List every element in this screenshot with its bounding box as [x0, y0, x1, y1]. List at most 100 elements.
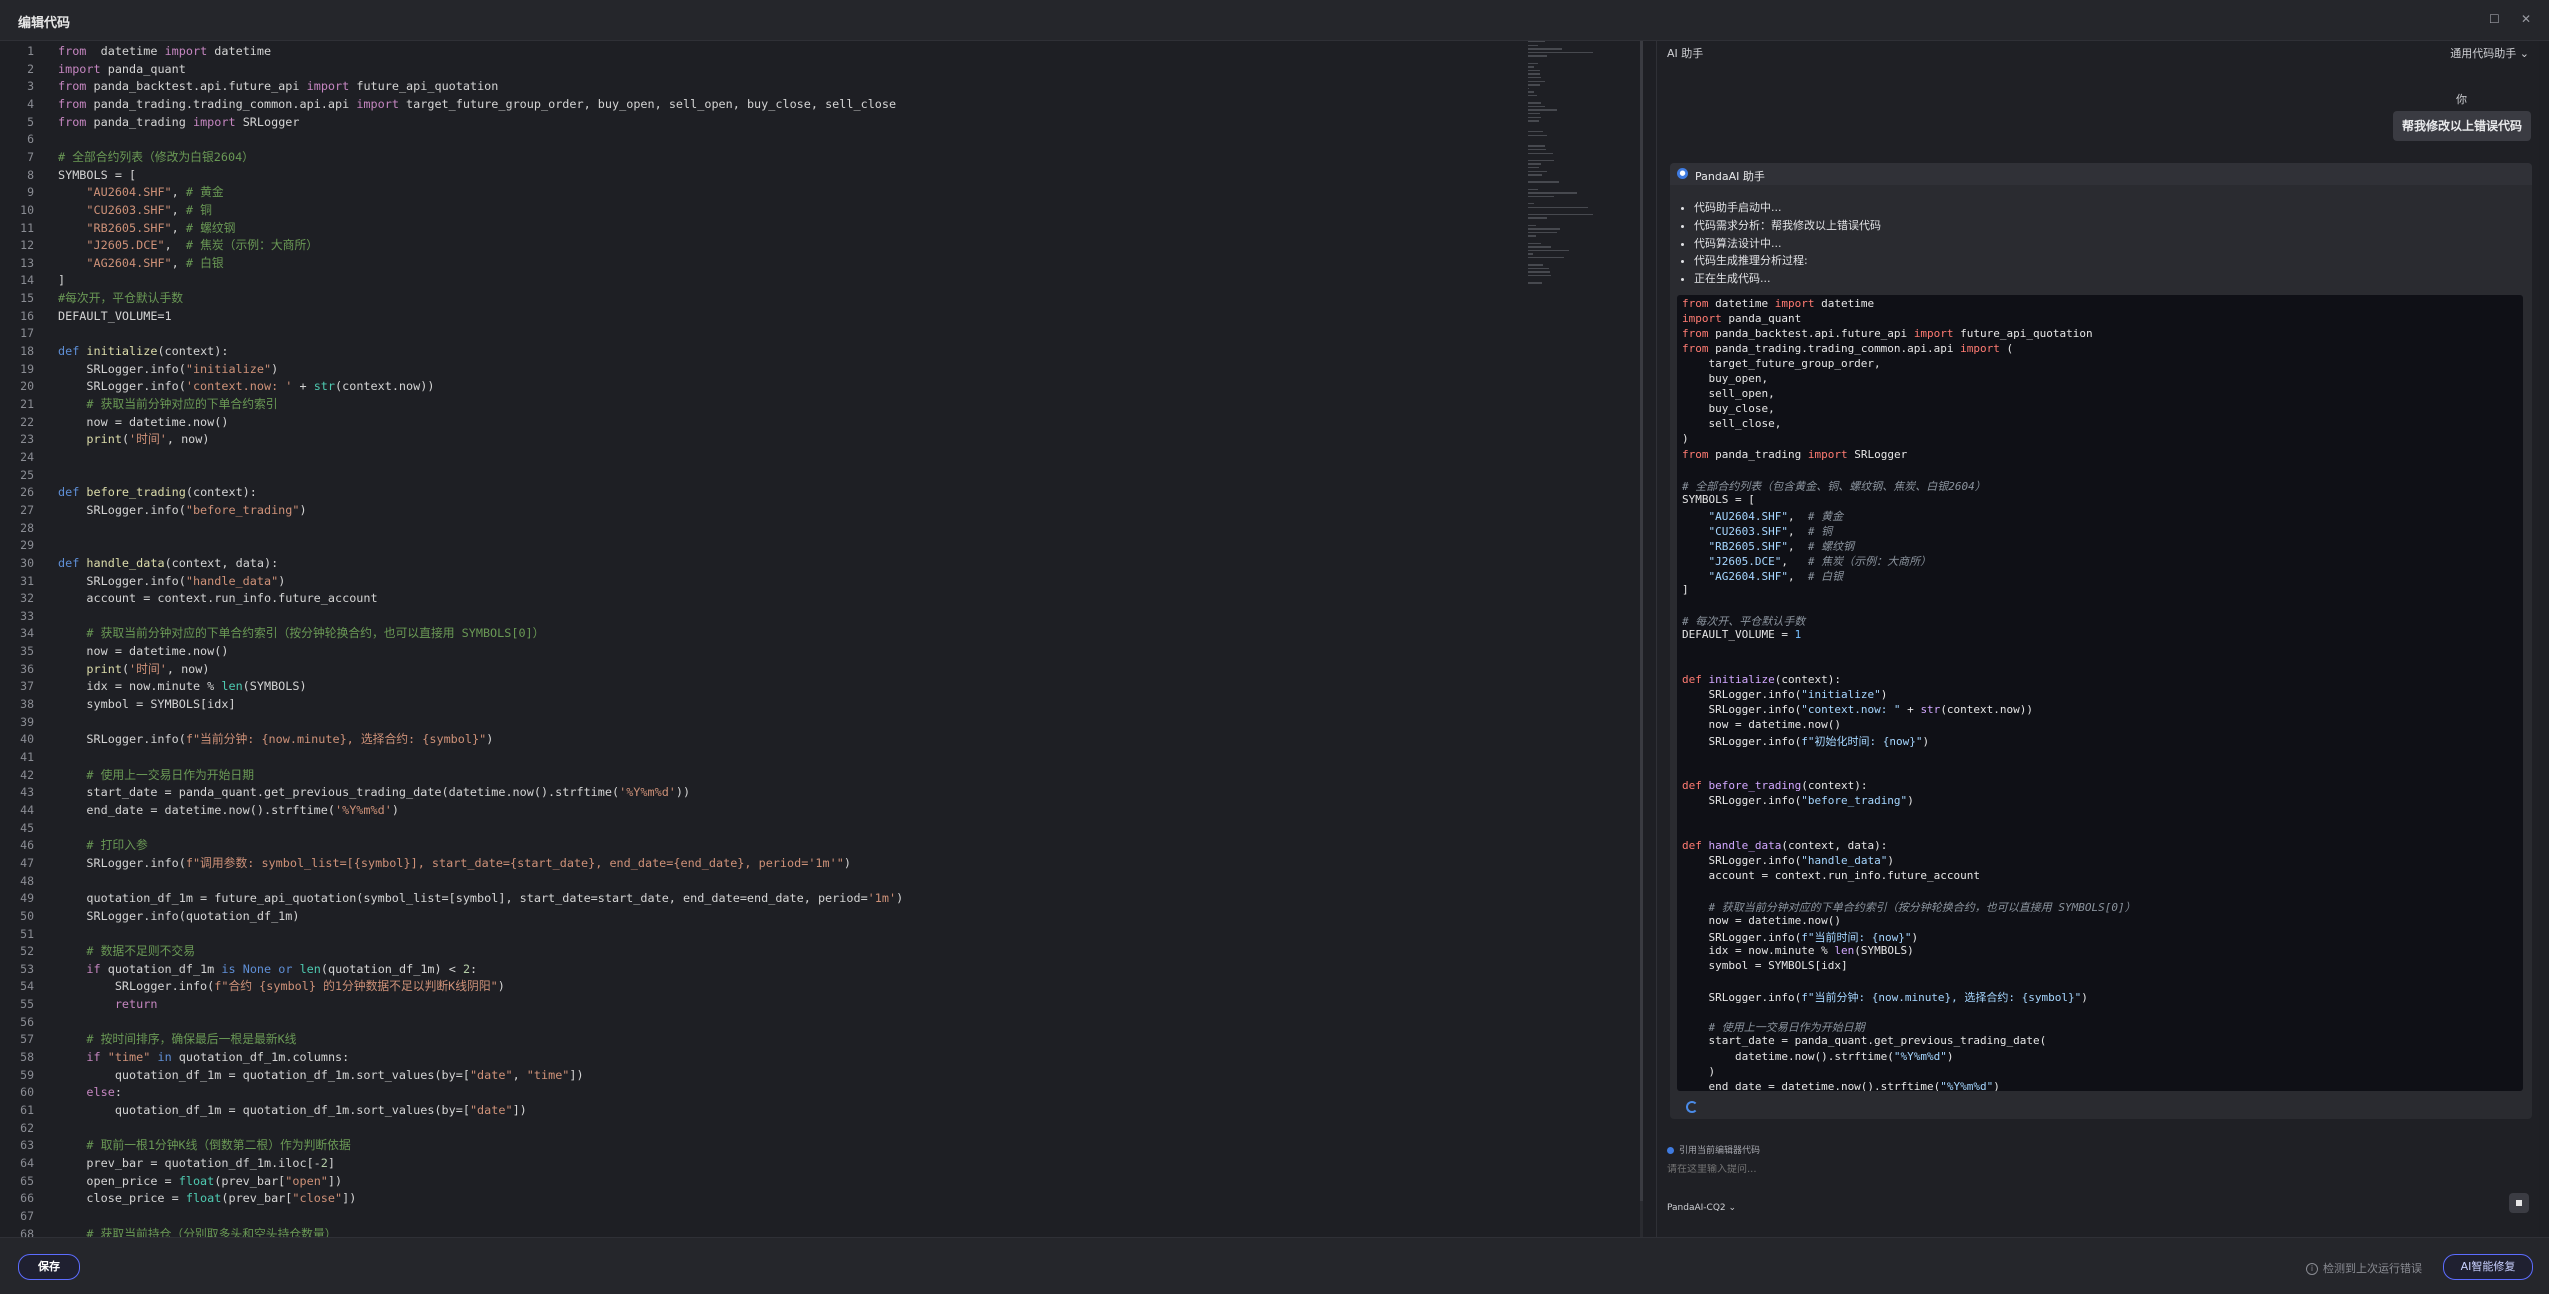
code-line[interactable]: SRLogger.info("handle_data")	[58, 573, 285, 591]
code-line[interactable]: # 获取当前分钟对应的下单合约索引	[58, 396, 277, 414]
prompt-input[interactable]	[1667, 1164, 2527, 1175]
save-button[interactable]: 保存	[18, 1254, 80, 1280]
code-line[interactable]: now = datetime.now()	[58, 414, 228, 432]
code-token: # 按时间排序，确保最后一根是最新K线	[86, 1032, 297, 1047]
minimap-line	[1528, 228, 1561, 230]
code-line[interactable]: # 取前一根1分钟K线（倒数第二根）作为判断依据	[58, 1137, 350, 1155]
code-line[interactable]: "RB2605.SHF", # 螺纹钢	[58, 220, 235, 238]
stop-generation-button[interactable]	[2509, 1193, 2529, 1213]
generated-code-line: sell_close,	[1682, 417, 1781, 430]
code-line[interactable]: account = context.run_info.future_accoun…	[58, 590, 377, 608]
code-line[interactable]: idx = now.minute % len(SYMBOLS)	[58, 678, 306, 696]
generated-code-line: DEFAULT_VOLUME = 1	[1682, 628, 1801, 641]
code-line[interactable]: symbol = SYMBOLS[idx]	[58, 696, 235, 714]
code-line[interactable]: # 按时间排序，确保最后一根是最新K线	[58, 1031, 296, 1049]
generated-code-line: from panda_backtest.api.future_api impor…	[1682, 327, 2093, 340]
code-line[interactable]: def handle_data(context, data):	[58, 555, 278, 573]
code-line[interactable]: close_price = float(prev_bar["close"])	[58, 1190, 356, 1208]
code-editor[interactable]: 1 2 3 4 5 6 7 8 9 10 11 12 13 14 15 16 17 18 19 20 21 22 23 24 2…	[0, 41, 1643, 1237]
code-line[interactable]: return	[58, 996, 158, 1014]
code-line[interactable]: if quotation_df_1m is None or len(quotat…	[58, 961, 477, 979]
code-line[interactable]: start_date = panda_quant.get_previous_tr…	[58, 784, 690, 802]
code-line[interactable]: SRLogger.info(f"当前分钟: {now.minute}, 选择合约…	[58, 731, 493, 749]
code-line[interactable]: # 获取当前分钟对应的下单合约索引（按分钟轮换合约，也可以直接用 SYMBOLS…	[58, 625, 544, 643]
bot-name: PandaAI 助手	[1695, 170, 1765, 183]
code-line[interactable]: SRLogger.info('context.now: ' + str(cont…	[58, 378, 434, 396]
code-token: "initialize"	[185, 361, 272, 376]
code-line[interactable]: SRLogger.info(f"调用参数: symbol_list=[{symb…	[58, 855, 851, 873]
minimap-line	[1528, 170, 1548, 172]
code-line[interactable]: DEFAULT_VOLUME=1	[58, 308, 172, 326]
code-token: initialize	[86, 344, 158, 359]
code-line[interactable]: # 获取当前持仓（分别取多头和空头持仓数量）	[58, 1226, 336, 1237]
code-line[interactable]: import panda_quant	[58, 61, 186, 79]
generated-code-block: from datetime import datetime import pand…	[1677, 295, 2523, 1091]
code-line[interactable]: quotation_df_1m = quotation_df_1m.sort_v…	[58, 1067, 584, 1085]
generated-code-line: now = datetime.now()	[1682, 718, 1840, 731]
code-token: # 焦炭（示例：大商所）	[1807, 554, 1932, 568]
scrollbar-thumb[interactable]	[1640, 41, 1643, 1201]
code-token: # 焦炭（示例：大商所）	[185, 238, 319, 253]
code-line[interactable]: quotation_df_1m = future_api_quotation(s…	[58, 890, 903, 908]
code-line[interactable]: # 使用上一交易日作为开始日期	[58, 767, 254, 785]
line-number: 40	[20, 732, 34, 747]
code-line[interactable]: open_price = float(prev_bar["open"])	[58, 1173, 342, 1191]
close-icon[interactable]: ✕	[2521, 12, 2531, 26]
line-number: 16	[20, 308, 34, 323]
code-line[interactable]: now = datetime.now()	[58, 643, 228, 661]
generated-code-line: # 使用上一交易日作为开始日期	[1682, 1019, 1865, 1035]
code-line[interactable]: from datetime import datetime	[58, 43, 271, 61]
line-number: 20	[20, 379, 34, 394]
line-number: 49	[20, 891, 34, 906]
code-token: SRLogger.info(	[1682, 793, 1802, 807]
model-selector[interactable]: PandaAI-CQ2 ⌄	[1667, 1203, 1736, 1213]
generated-code-line: ]	[1682, 583, 1689, 596]
code-line[interactable]: else:	[58, 1084, 122, 1102]
code-line[interactable]: #每次开，平仓默认手数	[58, 290, 183, 308]
ai-fix-button[interactable]: AI智能修复	[2443, 1254, 2533, 1280]
code-line[interactable]: def before_trading(context):	[58, 484, 257, 502]
code-line[interactable]: from panda_backtest.api.future_api impor…	[58, 78, 498, 96]
code-line[interactable]: end_date = datetime.now().strftime('%Y%m…	[58, 802, 399, 820]
code-token: ,	[1787, 509, 1808, 523]
code-line[interactable]: prev_bar = quotation_df_1m.iloc[-2]	[58, 1155, 335, 1173]
code-line[interactable]: "AG2604.SHF", # 白银	[58, 255, 223, 273]
code-line[interactable]: # 打印入参	[58, 837, 147, 855]
code-line[interactable]: SRLogger.info("initialize")	[58, 361, 278, 379]
code-line[interactable]: SYMBOLS = [	[58, 167, 136, 185]
minimap[interactable]	[1528, 41, 1602, 311]
reference-code-toggle[interactable]: 引用当前编辑器代码	[1667, 1143, 1760, 1156]
code-line[interactable]: "J2605.DCE", # 焦炭（示例：大商所）	[58, 237, 318, 255]
code-token: open_price =	[58, 1173, 179, 1188]
code-line[interactable]: from panda_trading.trading_common.api.ap…	[58, 96, 896, 114]
progress-step: 代码需求分析：帮我修改以上错误代码	[1694, 217, 1881, 235]
code-line[interactable]: print('时间', now)	[58, 431, 209, 449]
code-line[interactable]: # 数据不足则不交易	[58, 943, 195, 961]
minimap-line	[1528, 275, 1552, 277]
maximize-icon[interactable]: ☐	[2489, 12, 2500, 26]
line-number: 61	[20, 1103, 34, 1117]
code-token: SYMBOLS = [	[1682, 492, 1755, 506]
code-content[interactable]: from datetime import datetime import pand…	[58, 41, 1518, 1237]
line-number: 66	[20, 1191, 34, 1206]
assistant-mode-dropdown[interactable]: 通用代码助手 ⌄	[2450, 45, 2529, 61]
code-line[interactable]: ]	[58, 272, 65, 290]
editor-scrollbar[interactable]	[1640, 41, 1643, 1237]
code-line[interactable]: SRLogger.info(quotation_df_1m)	[58, 908, 299, 926]
code-line[interactable]: "CU2603.SHF", # 铜	[58, 202, 211, 220]
code-line[interactable]: def initialize(context):	[58, 343, 228, 361]
minimap-line	[1528, 102, 1542, 104]
code-line[interactable]: SRLogger.info("before_trading")	[58, 502, 306, 520]
code-token: if	[86, 1050, 101, 1065]
code-line[interactable]: quotation_df_1m = quotation_df_1m.sort_v…	[58, 1102, 527, 1120]
progress-step: 正在生成代码...	[1694, 270, 1881, 288]
code-line[interactable]: "AU2604.SHF", # 黄金	[58, 184, 223, 202]
code-line[interactable]: if "time" in quotation_df_1m.columns:	[58, 1049, 349, 1067]
code-line[interactable]: print('时间', now)	[58, 661, 209, 679]
code-line[interactable]: from panda_trading import SRLogger	[58, 114, 300, 132]
code-line[interactable]: # 全部合约列表（修改为白银2604）	[58, 149, 254, 167]
code-line[interactable]: SRLogger.info(f"合约 {symbol} 的1分钟数据不足以判断K…	[58, 978, 505, 996]
